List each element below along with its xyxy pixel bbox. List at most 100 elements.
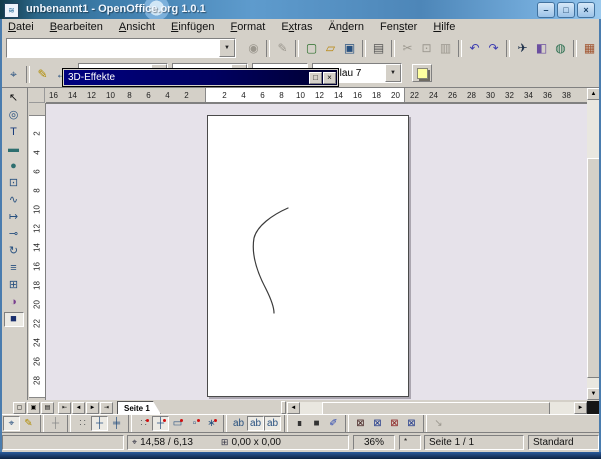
gallery-icon[interactable]: ▦ xyxy=(580,39,599,57)
rectangle-icon[interactable]: ▬ xyxy=(4,142,24,157)
app-icon[interactable]: ≋ xyxy=(4,3,19,18)
undo-icon[interactable]: ↶ xyxy=(465,39,484,57)
handles-variant-4-icon[interactable]: ⊠ xyxy=(403,416,420,431)
open-icon[interactable]: ▱ xyxy=(321,39,340,57)
menu-item-einfügen[interactable]: Einfügen xyxy=(163,20,222,34)
objects-3d-icon[interactable]: ⊡ xyxy=(4,176,24,191)
ruler-number: 14 xyxy=(63,91,82,100)
dropdown-arrow-icon[interactable]: ▼ xyxy=(385,64,401,82)
next-page-button[interactable]: ► xyxy=(86,402,99,414)
hyperlink-icon[interactable]: ◍ xyxy=(551,39,570,57)
save-icon[interactable]: ▣ xyxy=(340,39,359,57)
simple-handles-icon[interactable]: ∎ xyxy=(291,416,308,431)
ellipse-icon[interactable]: ● xyxy=(4,159,24,174)
scroll-right-button[interactable]: ► xyxy=(574,402,587,414)
restore-button[interactable]: □ xyxy=(309,72,322,84)
menu-item-format[interactable]: Format xyxy=(222,20,273,34)
ruler-number: 12 xyxy=(310,91,329,100)
scroll-left-button[interactable]: ◄ xyxy=(287,402,300,414)
controller-3d-icon[interactable]: ■ xyxy=(4,312,24,327)
snap-to-page-margins-icon[interactable]: ▭ xyxy=(169,416,186,431)
grid-to-front-icon[interactable]: ∷ xyxy=(135,416,152,431)
tab-seite-1[interactable]: Seite 1 xyxy=(117,401,161,414)
close-button[interactable]: × xyxy=(323,72,336,84)
edit-points-icon[interactable]: ⌖ xyxy=(4,65,23,83)
connector-icon[interactable]: ⊸ xyxy=(4,227,24,242)
navigator-icon[interactable]: ✈ xyxy=(513,39,532,57)
minimize-button[interactable]: – xyxy=(537,2,555,18)
close-button[interactable]: × xyxy=(577,2,595,18)
snap-to-object-points-icon[interactable]: ∗ xyxy=(203,416,220,431)
curve-icon[interactable]: ∿ xyxy=(4,193,24,208)
master-view-button[interactable]: ▣ xyxy=(27,402,40,414)
snap-lines-visible-icon[interactable]: ╪ xyxy=(108,416,125,431)
page-nav-buttons: ⇤◄►⇥ xyxy=(57,402,113,414)
paste-icon: ▥ xyxy=(436,39,455,57)
pen-icon[interactable]: ✎ xyxy=(33,65,52,83)
helplines-while-moving-icon[interactable]: ┼ xyxy=(47,416,64,431)
shadow-toggle-button[interactable] xyxy=(412,64,432,82)
lines-arrows-icon[interactable]: ↦ xyxy=(4,210,24,225)
double-click-edit-icon[interactable]: ab xyxy=(264,416,281,431)
layer-view-button[interactable]: ▤ xyxy=(41,402,54,414)
3d-effects-dialog[interactable]: 3D-Effekte □× xyxy=(62,68,339,87)
select-text-area-icon[interactable]: ab xyxy=(247,416,264,431)
modify-with-attributes-icon[interactable]: ✐ xyxy=(325,416,342,431)
quick-edit-icon[interactable]: ab xyxy=(230,416,247,431)
title-bar[interactable]: ≋ unbenannt1 - OpenOffice.org 1.0.1 –□× xyxy=(0,0,601,19)
arrange-icon[interactable]: ⊞ xyxy=(4,278,24,293)
print-icon[interactable]: ▤ xyxy=(369,39,388,57)
separator xyxy=(26,66,30,83)
drawing-page[interactable] xyxy=(207,115,409,397)
grid-visible-icon[interactable]: ∷ xyxy=(74,416,91,431)
modified-flag: * xyxy=(404,437,407,446)
page-view-button[interactable]: ▢ xyxy=(13,402,26,414)
menu-item-ansicht[interactable]: Ansicht xyxy=(111,20,163,34)
drawing-canvas[interactable] xyxy=(45,103,587,400)
menu-item-ändern[interactable]: Ändern xyxy=(321,20,373,34)
new-document-icon[interactable]: ▢ xyxy=(302,39,321,57)
ruler-number: 4 xyxy=(158,91,177,100)
menu-item-fenster[interactable]: Fenster xyxy=(372,20,425,34)
rotation-mode-icon[interactable]: ✎ xyxy=(20,416,37,431)
status-zoom-panel[interactable]: 36% xyxy=(353,435,395,450)
url-combo[interactable]: ▼ xyxy=(6,38,236,58)
status-style-panel[interactable]: Standard xyxy=(528,435,599,450)
status-position-size-panel[interactable]: ⌖ 14,58 / 6,13 ⊞ 0,00 x 0,00 xyxy=(127,435,349,450)
first-page-button[interactable]: ⇤ xyxy=(58,402,71,414)
redo-icon[interactable]: ↷ xyxy=(484,39,503,57)
edit-points-icon[interactable]: ⌖ xyxy=(3,416,20,431)
previous-page-button[interactable]: ◄ xyxy=(72,402,85,414)
horizontal-scrollbar[interactable]: ◄ ► xyxy=(287,402,601,414)
scrollbar-splitter[interactable] xyxy=(281,401,286,414)
stylist-icon[interactable]: ◧ xyxy=(532,39,551,57)
dialog-title-bar[interactable]: 3D-Effekte □× xyxy=(64,70,337,85)
status-page-panel[interactable]: Seite 1 / 1 xyxy=(424,435,524,450)
menu-item-hilfe[interactable]: Hilfe xyxy=(425,20,463,34)
dropdown-arrow-icon[interactable]: ▼ xyxy=(219,39,235,57)
ruler-number: 4 xyxy=(234,91,253,100)
separator xyxy=(128,415,132,432)
zoom-icon[interactable]: ◎ xyxy=(4,108,24,123)
large-handles-icon[interactable]: ■ xyxy=(308,416,325,431)
separator xyxy=(573,40,577,57)
handles-variant-2-icon[interactable]: ⊠ xyxy=(369,416,386,431)
handles-variant-3-icon[interactable]: ⊠ xyxy=(386,416,403,431)
freehand-curve[interactable] xyxy=(253,208,288,313)
handles-variant-1-icon[interactable]: ⊠ xyxy=(352,416,369,431)
effects-icon[interactable]: ◑ xyxy=(4,295,24,310)
vertical-ruler[interactable]: 246810121416182022242628 xyxy=(29,104,45,400)
horizontal-ruler[interactable]: 1614121086422468101214161820222426283032… xyxy=(46,88,587,103)
select-icon[interactable]: ↖ xyxy=(4,91,24,106)
snap-to-grid-icon[interactable]: ┼ xyxy=(91,416,108,431)
menu-item-bearbeiten[interactable]: Bearbeiten xyxy=(42,20,111,34)
text-icon[interactable]: T xyxy=(4,125,24,140)
snap-to-snap-lines-icon[interactable]: ┼ xyxy=(152,416,169,431)
maximize-button[interactable]: □ xyxy=(557,2,575,18)
snap-to-object-border-icon[interactable]: ▫ xyxy=(186,416,203,431)
menu-item-datei[interactable]: Datei xyxy=(0,20,42,34)
rotate-icon[interactable]: ↻ xyxy=(4,244,24,259)
menu-item-extras[interactable]: Extras xyxy=(273,20,320,34)
last-page-button[interactable]: ⇥ xyxy=(100,402,113,414)
alignment-icon[interactable]: ≡ xyxy=(4,261,24,276)
